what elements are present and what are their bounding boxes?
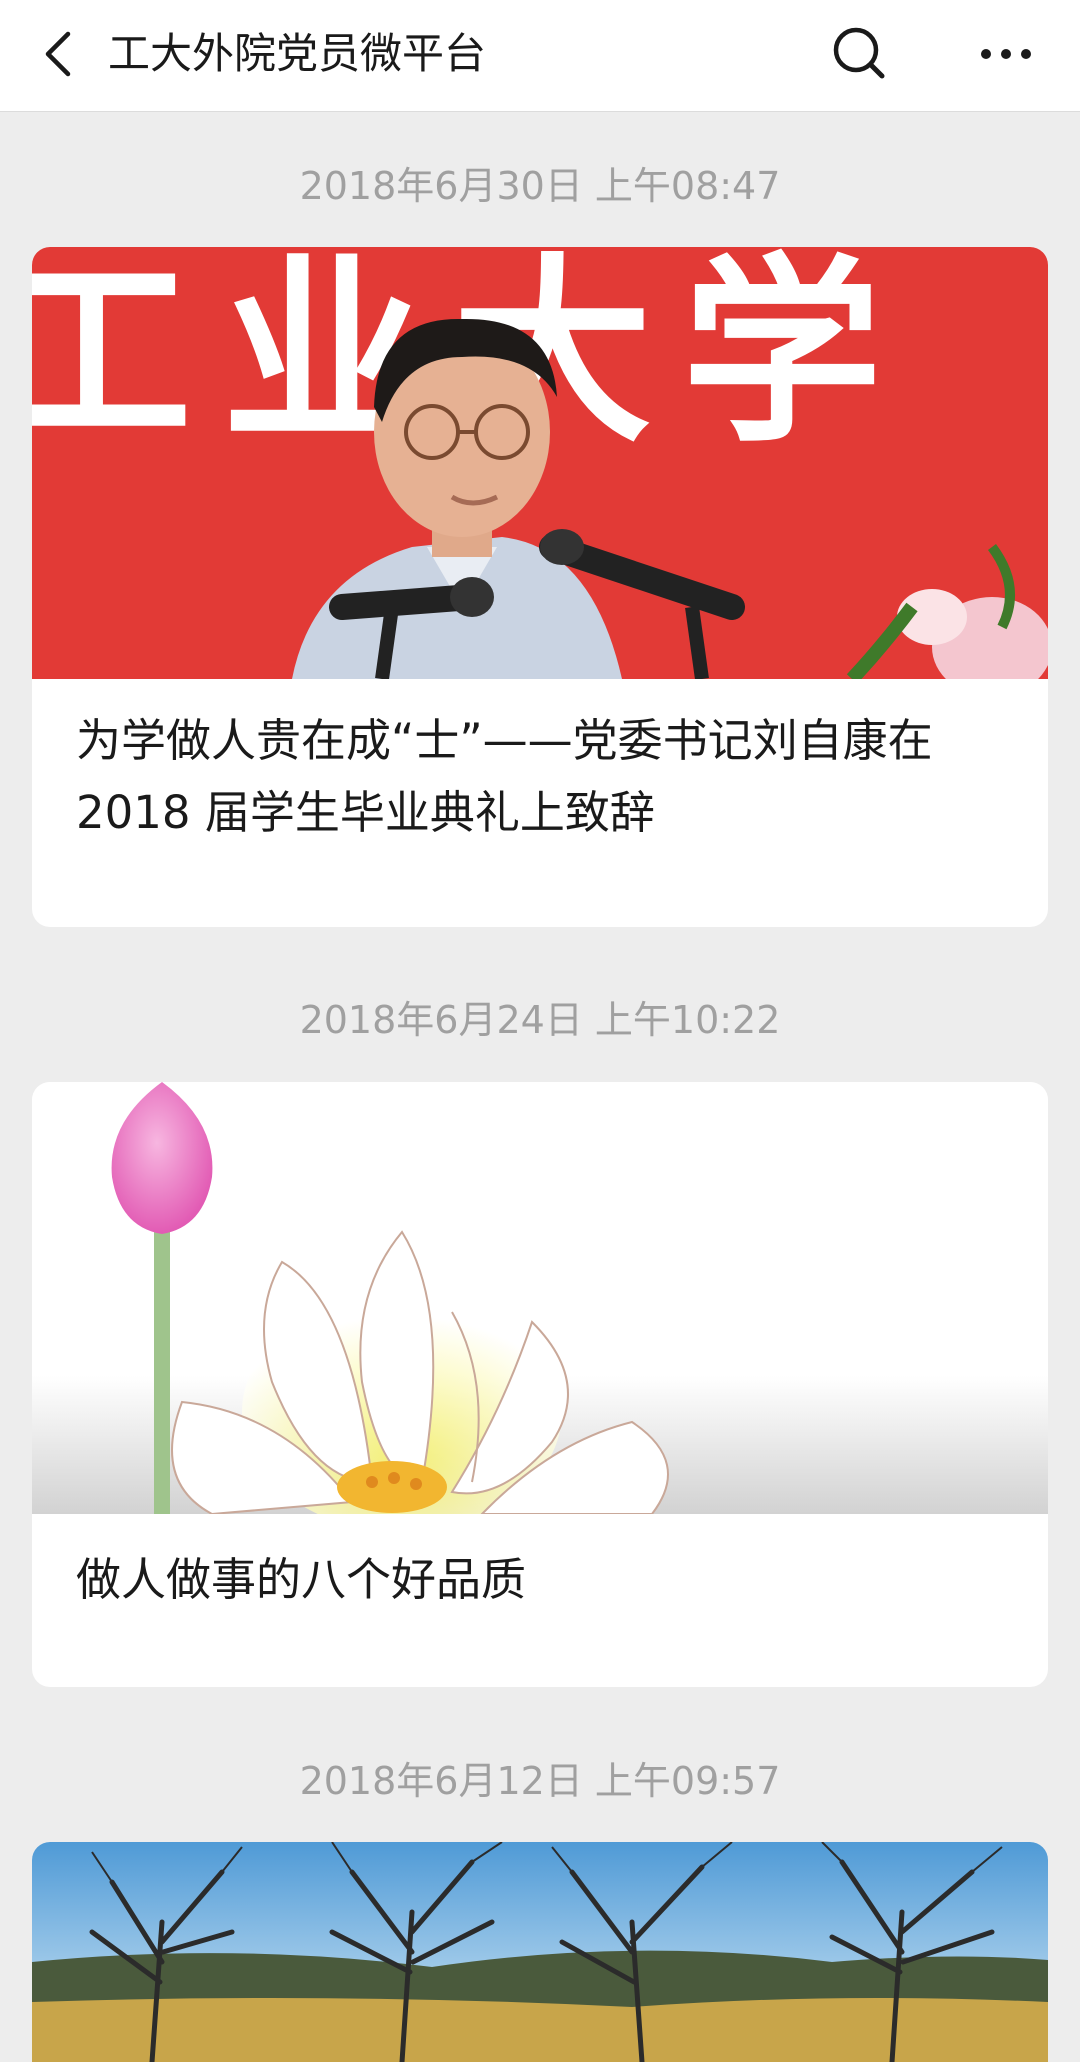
trees-landscape-photo [32, 1842, 1048, 2062]
top-bar: 工大外院党员微平台 [0, 0, 1080, 112]
lotus-flower-illustration [32, 1082, 1048, 1514]
more-button[interactable] [970, 18, 1042, 90]
speaker-at-podium-photo: 工业大学 [32, 247, 1048, 679]
back-button[interactable] [30, 22, 94, 86]
article-title[interactable]: 做人做事的八个好品质 [76, 1544, 1008, 1616]
article-card[interactable]: 做人做事的八个好品质 [32, 1082, 1048, 1687]
article-title[interactable]: 为学做人贵在成“士”——党委书记刘自康在 2018 届学生毕业典礼上致辞 [76, 705, 1008, 849]
timestamp: 2018年6月12日 上午09:57 [299, 1759, 781, 1803]
back-chevron-icon [45, 31, 71, 77]
more-dots-icon [981, 49, 1031, 59]
search-button[interactable] [824, 18, 896, 90]
timestamp: 2018年6月30日 上午08:47 [299, 164, 781, 208]
timestamp: 2018年6月24日 上午10:22 [299, 998, 781, 1042]
article-card[interactable]: 工业大学 [32, 247, 1048, 927]
search-icon [833, 27, 885, 79]
article-card[interactable] [32, 1842, 1048, 2062]
page-title: 工大外院党员微平台 [108, 29, 487, 78]
